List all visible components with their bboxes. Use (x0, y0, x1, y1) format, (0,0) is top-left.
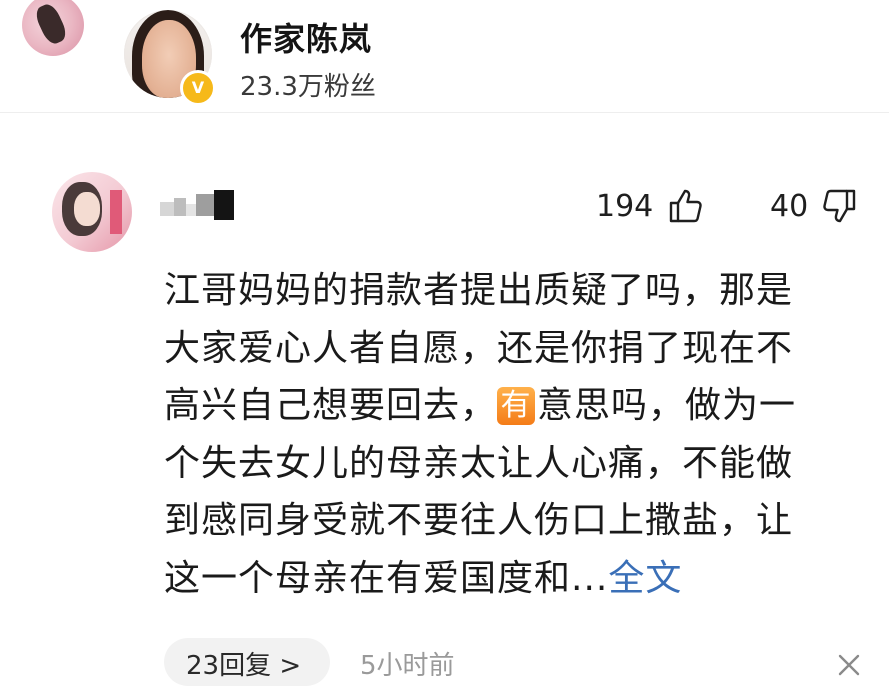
avatar-shape (74, 192, 100, 226)
dislike-count: 40 (770, 188, 809, 224)
close-icon[interactable] (836, 652, 862, 678)
comment-line: 江哥妈妈的捐款者提出质疑了吗，那是 (164, 270, 794, 311)
thumbs-down-icon[interactable] (822, 188, 858, 224)
comment-line-part: 这一个母亲在有爱国度和... (164, 557, 609, 599)
blur-block (186, 204, 196, 216)
comment-line: 大家爱心人者自愿，还是你捐了现在不 (164, 327, 794, 369)
thumbs-up-icon[interactable] (667, 188, 703, 224)
like-count: 194 (596, 188, 654, 224)
comment-line-part: 高兴自己想要回去， (164, 385, 498, 426)
author-fan-count: 23.3万粉丝 (240, 72, 376, 102)
blur-block (214, 190, 234, 220)
comment-line: 这一个母亲在有爱国度和...全文 (164, 550, 864, 608)
author-name[interactable]: 作家陈岚 (240, 14, 372, 60)
blur-block (174, 198, 186, 216)
commenter-avatar[interactable] (52, 172, 132, 252)
dislike-control[interactable]: 40 (770, 188, 858, 224)
commenter-username-blurred[interactable] (160, 190, 234, 222)
replies-label: 23回复 > (186, 651, 302, 681)
comment-body[interactable]: 江哥妈妈的捐款者提出质疑了吗，那是 大家爱心人者自愿，还是你捐了现在不 高兴自己… (164, 262, 864, 607)
verified-badge-icon: V (180, 70, 216, 106)
emoji-you-icon: 有 (497, 387, 536, 425)
comment-line: 高兴自己想要回去，有意思吗，做为一 (164, 377, 864, 435)
comment-line: 到感同身受就不要往人伤口上撒盐，让 (164, 500, 794, 541)
author-header: V 作家陈岚 23.3万粉丝 (0, 0, 889, 113)
blur-block (160, 202, 174, 216)
expand-full-text-link[interactable]: 全文 (608, 558, 682, 599)
like-control[interactable]: 194 (596, 188, 703, 224)
blur-block (196, 194, 214, 216)
comment-line-part: 意思吗，做为一 (537, 385, 797, 426)
comment-line: 个失去女儿的母亲太让人心痛，不能做 (164, 442, 794, 484)
comment-time: 5小时前 (360, 651, 455, 681)
avatar-shape (110, 190, 122, 234)
previous-avatar[interactable] (22, 0, 84, 56)
